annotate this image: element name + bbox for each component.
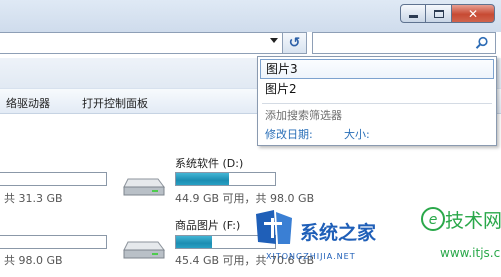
- address-row: ↺: [0, 32, 501, 56]
- xitongzhijia-logo-icon: [256, 210, 292, 244]
- watermark-brand-sub: XITONGZHIJIA.NET: [266, 252, 356, 261]
- add-search-filter-label: 添加搜索筛选器: [265, 109, 342, 122]
- maximize-icon: [433, 9, 444, 18]
- drive-info: 共 31.3 GB: [4, 192, 63, 205]
- filter-date-modified[interactable]: 修改日期:: [265, 126, 313, 142]
- window-titlebar: ✕: [0, 0, 501, 32]
- drive-usage-bar: [175, 172, 276, 186]
- hard-drive-icon: [123, 241, 165, 259]
- watermark-site: 技术网: [445, 210, 501, 232]
- divider: [262, 103, 492, 104]
- drive-usage-bar: [0, 235, 107, 249]
- map-network-drive-button[interactable]: 络驱动器: [6, 95, 50, 111]
- window-controls: ✕: [400, 4, 495, 23]
- suggestion-item[interactable]: 图片2: [260, 80, 494, 100]
- filter-size[interactable]: 大小:: [344, 126, 370, 142]
- address-bar[interactable]: [0, 32, 283, 54]
- drive-info: 共 98.0 GB: [4, 254, 63, 267]
- search-suggestions-dropdown: 图片3 图片2 添加搜索筛选器 修改日期: 大小:: [257, 56, 497, 146]
- watermark-brand: 系统之家: [300, 222, 377, 244]
- refresh-button[interactable]: ↺: [283, 32, 307, 54]
- drive-name[interactable]: 系统软件 (D:): [175, 155, 243, 171]
- drive-usage-bar: [0, 172, 107, 186]
- drive-usage-fill: [176, 173, 230, 185]
- open-control-panel-button[interactable]: 打开控制面板: [82, 95, 148, 111]
- drive-info: 44.9 GB 可用，共 98.0 GB: [175, 192, 315, 205]
- chevron-down-icon[interactable]: [270, 38, 278, 43]
- drive-usage-fill: [176, 236, 212, 248]
- suggestion-item[interactable]: 图片3: [260, 59, 494, 79]
- itjs-logo-icon: e: [421, 207, 445, 231]
- refresh-icon: ↺: [288, 35, 301, 51]
- drive-name[interactable]: 商品图片 (F:): [175, 217, 240, 233]
- search-icon[interactable]: [475, 36, 489, 50]
- hard-drive-icon: [123, 178, 165, 196]
- minimize-button[interactable]: [400, 4, 426, 23]
- watermark-url: www.itjs.cn: [440, 246, 501, 260]
- close-button[interactable]: ✕: [452, 4, 495, 23]
- svg-text:e: e: [429, 212, 438, 228]
- minimize-icon: [408, 14, 418, 18]
- maximize-button[interactable]: [426, 4, 452, 23]
- search-input[interactable]: [312, 32, 496, 54]
- close-icon: ✕: [467, 6, 479, 21]
